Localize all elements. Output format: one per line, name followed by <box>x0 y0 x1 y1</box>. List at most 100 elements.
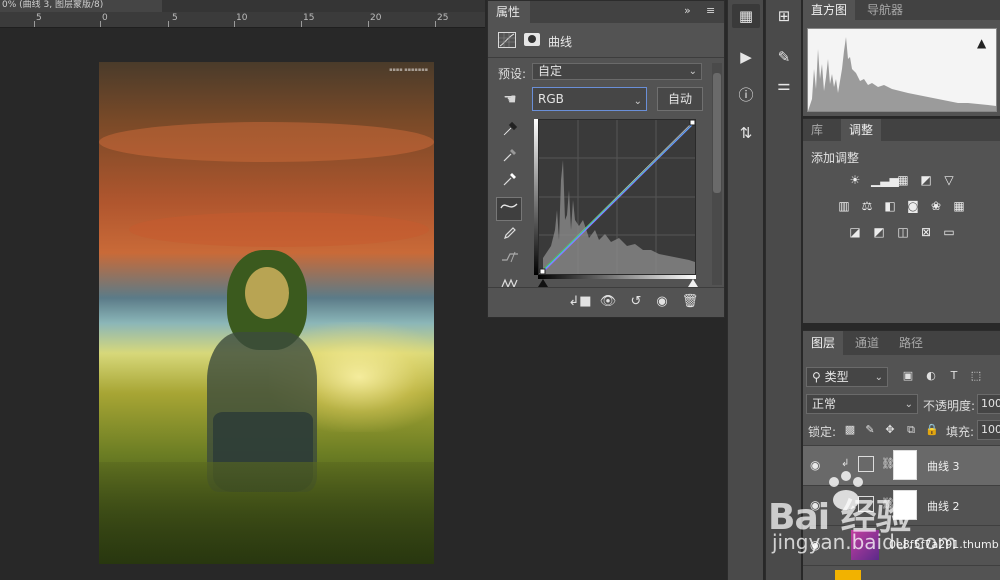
gradient-map-icon[interactable]: ▭ <box>941 225 957 239</box>
auto-button[interactable]: 自动 <box>657 87 703 111</box>
info-icon[interactable]: ⓘ <box>734 84 758 106</box>
pencil-draw-icon[interactable] <box>500 225 520 245</box>
panel-menu-icon[interactable]: ≡ <box>706 4 715 17</box>
layer-filter-value: 类型 <box>824 370 849 384</box>
adjustments-panel-header: 库 调整 <box>803 119 1000 141</box>
tab-paths[interactable]: 路径 <box>891 331 931 355</box>
layer-row[interactable] <box>803 565 1000 580</box>
clip-arrow-icon: ↲ <box>841 458 850 469</box>
ruler-tick <box>301 21 302 27</box>
lock-image-icon[interactable]: ✎ <box>863 423 877 437</box>
tab-properties[interactable]: 属性 <box>488 1 530 23</box>
color-balance-icon[interactable]: ⚖ <box>859 199 875 213</box>
pixel-filter-icon[interactable]: ▣ <box>901 369 915 383</box>
visibility-eye-icon[interactable]: ◉ <box>810 458 820 472</box>
lock-all-icon[interactable]: 🔒 <box>925 423 939 437</box>
panel-icon-strip: ▦ ▶ ⓘ ⇅ <box>727 0 763 580</box>
clip-to-layer-icon[interactable]: ↲■ <box>568 292 592 312</box>
white-point-slider[interactable] <box>688 279 698 287</box>
lock-transparent-icon[interactable]: ▩ <box>843 423 857 437</box>
tab-libraries[interactable]: 库 <box>803 119 831 141</box>
hue-saturation-icon[interactable]: ▥ <box>836 199 852 213</box>
invert-icon[interactable]: ◪ <box>847 225 863 239</box>
ruler-tick <box>100 21 101 27</box>
document-tab[interactable]: 0% (曲线 3, 图层蒙版/8) <box>0 0 162 12</box>
baidu-watermark-url: jingyan.baidu.com <box>772 530 957 554</box>
histogram-panel-header: 直方图 导航器 <box>803 0 1000 20</box>
ruler-tick <box>34 21 35 27</box>
layer-mask-thumbnail[interactable] <box>893 450 917 480</box>
layer-name[interactable]: 曲线 2 <box>927 498 960 514</box>
white-point-eyedropper-icon[interactable] <box>500 171 520 191</box>
curves-adjustment-icon[interactable] <box>498 32 516 48</box>
smooth-curve-icon[interactable] <box>500 249 520 269</box>
shape-filter-icon[interactable]: ⬚ <box>969 369 983 383</box>
lock-position-icon[interactable]: ✥ <box>883 423 897 437</box>
type-filter-icon[interactable]: T <box>947 369 961 383</box>
adjustment-filter-icon[interactable]: ◐ <box>924 369 938 383</box>
black-point-slider[interactable] <box>538 279 548 287</box>
chevron-down-icon: ⌄ <box>904 399 913 410</box>
tab-channels[interactable]: 通道 <box>847 331 887 355</box>
histogram-display <box>807 28 997 112</box>
lock-label: 锁定: <box>808 425 837 439</box>
brush-icon[interactable]: ✎ <box>772 46 796 68</box>
color-lookup-icon[interactable]: ▦ <box>951 199 967 213</box>
channels-icon[interactable]: ⊞ <box>772 5 796 27</box>
photo-filter-icon[interactable]: ◙ <box>905 199 921 213</box>
ruler-tick <box>234 21 235 27</box>
vibrance-icon[interactable]: ▽ <box>941 173 957 187</box>
preset-select-value: 自定 <box>538 64 563 78</box>
tab-adjustments[interactable]: 调整 <box>841 119 882 141</box>
black-white-icon[interactable]: ◧ <box>882 199 898 213</box>
ruler-tick <box>368 21 369 27</box>
preset-select[interactable]: 自定 ⌄ <box>532 63 702 80</box>
fill-input[interactable]: 100% <box>977 420 1000 440</box>
play-actions-icon[interactable]: ▶ <box>734 46 758 68</box>
channel-mixer-icon[interactable]: ❀ <box>928 199 944 213</box>
horizontal-ruler: 5 0 5 10 15 20 25 <box>0 12 485 28</box>
collapse-icon[interactable]: » <box>684 4 691 17</box>
brush-settings-icon[interactable]: ⚌ <box>772 74 796 96</box>
channel-select[interactable]: RGB ⌄ <box>532 87 647 111</box>
levels-icon[interactable]: ▁▃▅ <box>871 173 899 187</box>
ruler-label: 5 <box>172 13 178 23</box>
view-previous-state-icon[interactable]: 👁 <box>596 292 620 312</box>
curves-panel-icon[interactable]: ▦ <box>734 5 758 27</box>
tab-navigator[interactable]: 导航器 <box>859 0 911 20</box>
lock-artboard-icon[interactable]: ⧉ <box>904 423 918 437</box>
on-image-adjust-hand-icon[interactable]: ☚ <box>500 89 520 109</box>
threshold-icon[interactable]: ◫ <box>895 225 911 239</box>
image-girl-face <box>245 267 289 319</box>
reset-icon[interactable]: ↺ <box>624 292 648 312</box>
properties-title-row: 曲线 <box>498 32 718 50</box>
curve-graph[interactable] <box>538 119 696 275</box>
scrollbar-thumb[interactable] <box>713 73 721 193</box>
document-image[interactable]: ▪▪▪▪ ▪▪▪▪▪▪▪ <box>99 62 434 564</box>
document-tab-bar: 0% (曲线 3, 图层蒙版/8) <box>0 0 485 12</box>
photoshop-window: 0% (曲线 3, 图层蒙版/8) 5 0 5 10 15 20 25 ▪▪▪▪… <box>0 0 1000 580</box>
layer-name[interactable]: 曲线 3 <box>927 458 960 474</box>
trash-icon[interactable]: 🗑 <box>678 292 702 312</box>
gray-point-eyedropper-icon[interactable] <box>500 147 520 167</box>
cache-warning-icon[interactable]: ▲ <box>977 36 986 50</box>
properties-scrollbar[interactable] <box>712 63 722 285</box>
edit-points-curve-icon[interactable] <box>496 197 522 221</box>
ruler-label: 15 <box>303 13 315 23</box>
visibility-eye-icon[interactable]: ◉ <box>650 292 674 312</box>
image-cloud <box>129 212 429 247</box>
posterize-icon[interactable]: ◩ <box>871 225 887 239</box>
selective-color-icon[interactable]: ⊠ <box>918 225 934 239</box>
black-point-eyedropper-icon[interactable] <box>500 121 520 141</box>
history-icon[interactable]: ⇅ <box>734 122 758 144</box>
brightness-contrast-icon[interactable]: ☀ <box>847 173 863 187</box>
add-adjustment-title: 添加调整 <box>811 151 860 165</box>
tab-layers[interactable]: 图层 <box>803 331 844 355</box>
blend-mode-select[interactable]: 正常 ⌄ <box>806 394 918 414</box>
exposure-icon[interactable]: ◩ <box>918 173 934 187</box>
curves-icon[interactable]: ▦ <box>895 173 911 187</box>
mask-icon[interactable] <box>524 33 540 46</box>
layer-filter-select[interactable]: ⚲ 类型 ⌄ <box>806 367 888 387</box>
tab-histogram[interactable]: 直方图 <box>803 0 856 20</box>
opacity-input[interactable]: 100% <box>977 394 1000 414</box>
